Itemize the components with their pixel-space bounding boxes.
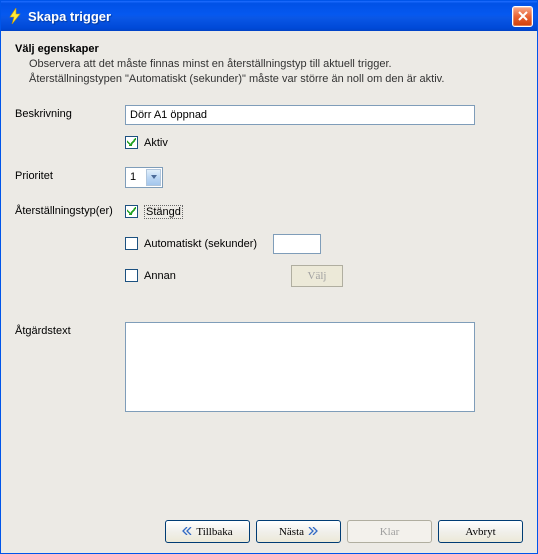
auto-label: Automatiskt (sekunder) [144,238,257,250]
section-note-1: Observera att det måste finnas minst en … [15,57,523,72]
chevron-down-icon [151,175,157,179]
form-area: Beskrivning Aktiv Prioritet 1 [15,105,523,512]
finish-label: Klar [380,526,400,538]
other-checkbox[interactable] [125,269,138,282]
auto-seconds-input[interactable] [273,234,321,254]
cancel-button[interactable]: Avbryt [438,520,523,543]
dropdown-button[interactable] [146,169,161,186]
active-checkbox[interactable] [125,136,138,149]
section-title: Välj egenskaper [15,43,523,55]
app-icon [7,8,23,24]
window-title: Skapa trigger [28,9,512,24]
close-button[interactable] [512,6,533,27]
reset-types-label: Återställningstyp(er) [15,202,125,217]
next-button[interactable]: Nästa [256,520,341,543]
header-section: Välj egenskaper Observera att det måste … [15,43,523,87]
chevron-left-icon [182,527,192,537]
back-label: Tillbaka [196,526,232,538]
closed-checkbox[interactable] [125,205,138,218]
action-text-label: Åtgärdstext [15,322,125,337]
auto-checkbox[interactable] [125,237,138,250]
chevron-right-icon [308,527,318,537]
cancel-label: Avbryt [465,526,495,538]
section-note-2: Återställningstypen "Automatiskt (sekund… [15,72,523,87]
back-button[interactable]: Tillbaka [165,520,250,543]
priority-value: 1 [126,171,145,183]
closed-label: Stängd [144,206,183,218]
description-label: Beskrivning [15,105,125,120]
finish-button: Klar [347,520,432,543]
title-bar: Skapa trigger [1,1,537,31]
close-icon [518,11,528,21]
description-input[interactable] [125,105,475,125]
select-button[interactable]: Välj [291,265,343,287]
dialog-window: Skapa trigger Välj egenskaper Observera … [0,0,538,554]
priority-select[interactable]: 1 [125,167,163,188]
other-label: Annan [144,270,257,282]
priority-label: Prioritet [15,167,125,182]
next-label: Nästa [279,526,304,538]
wizard-buttons: Tillbaka Nästa Klar Avbryt [15,512,523,543]
active-label: Aktiv [144,137,168,149]
action-text-input[interactable] [125,322,475,412]
dialog-body: Välj egenskaper Observera att det måste … [1,31,537,553]
